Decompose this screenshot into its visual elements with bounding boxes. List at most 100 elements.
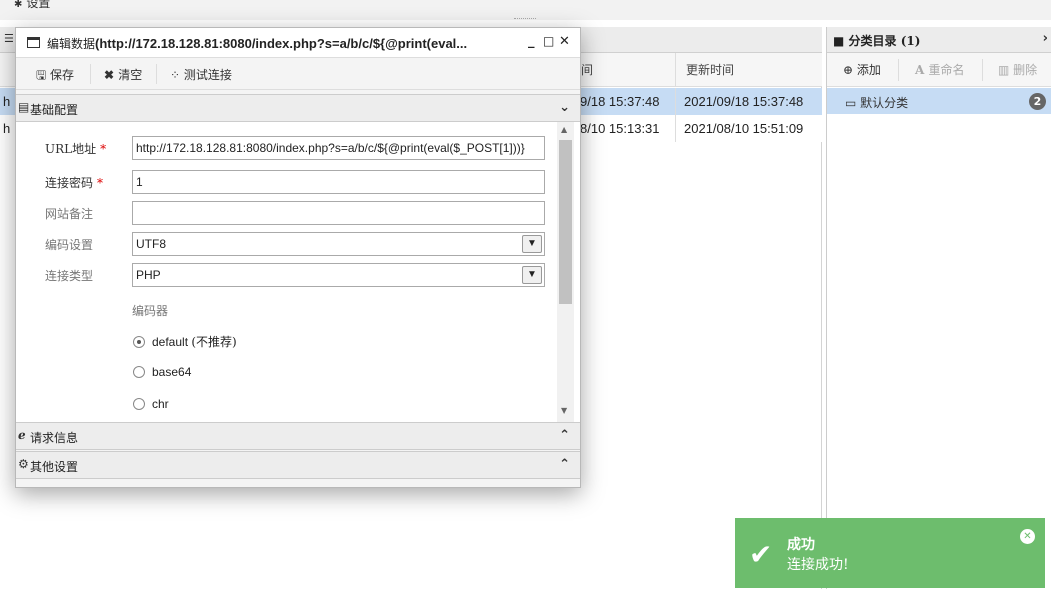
radio-icon[interactable] — [133, 366, 145, 378]
url-cell: h — [3, 121, 11, 136]
category-header: ■ 分类目录 (1) › — [827, 27, 1051, 53]
encoder-option-base64[interactable]: base64 — [133, 365, 191, 379]
list-icon: ☰ — [4, 32, 14, 45]
category-toolbar: ⊕ 添加 A 重命名 ▥ 删除 — [827, 53, 1051, 87]
chevron-up-icon: ⌃ — [559, 457, 570, 472]
check-icon: ✔ — [749, 538, 773, 571]
column-header-updated[interactable]: 更新时间 — [686, 61, 734, 79]
save-button[interactable]: 🖫 保存 — [36, 66, 74, 87]
minimize-button[interactable]: _ — [528, 34, 535, 49]
toolbar-divider — [982, 59, 983, 81]
encoder-default-hint: (不推荐) — [191, 335, 237, 349]
form-scrollbar[interactable]: ▲ ▼ — [557, 122, 574, 422]
spinner-icon: ⁘ — [170, 68, 184, 82]
delete-label: 删除 — [1013, 63, 1038, 77]
count-badge: 2 — [1029, 93, 1046, 110]
add-label: 添加 — [856, 63, 881, 77]
save-label: 保存 — [50, 68, 75, 82]
url-cell: h — [3, 94, 11, 109]
chevron-down-icon: ⌄ — [559, 100, 570, 115]
cell-divider — [675, 88, 676, 115]
category-title: 分类目录 (1) — [848, 34, 921, 48]
edit-data-dialog: 编辑数据(http://172.18.128.81:8080/index.php… — [15, 27, 581, 488]
save-icon: 🖫 — [36, 68, 51, 82]
basic-config-form: URL地址 * http://172.18.128.81:8080/index.p… — [16, 122, 580, 422]
close-button[interactable]: ✕ — [559, 34, 570, 49]
encoder-title: 编码器 — [132, 304, 169, 318]
section-other-title: 其他设置 — [30, 460, 79, 474]
splitter-handle[interactable] — [514, 18, 536, 19]
folder-icon: ■ — [833, 34, 849, 48]
url-label: URL地址 * — [45, 142, 107, 156]
chevron-right-icon[interactable]: › — [1043, 31, 1048, 46]
encoder-default-label: default — [152, 335, 189, 349]
rename-label: 重命名 — [928, 63, 965, 77]
settings-label: 设置 — [26, 0, 51, 10]
folder-outline-icon: ▭ — [845, 96, 861, 110]
encoder-option-chr[interactable]: chr — [133, 397, 169, 411]
type-select[interactable]: PHP ▼ — [132, 263, 545, 287]
encoder-option-default[interactable]: default (不推荐) — [133, 333, 237, 350]
password-input[interactable]: 1 — [132, 170, 545, 194]
created-cell: 8/10 15:13:31 — [580, 121, 660, 136]
column-divider[interactable] — [675, 53, 676, 87]
encoder-base64-label: base64 — [152, 365, 192, 379]
scroll-down-icon[interactable]: ▼ — [561, 406, 567, 415]
password-label: 连接密码 * — [45, 176, 104, 190]
rename-category-button[interactable]: A 重命名 — [915, 61, 965, 78]
cogs-icon: ⚙ — [18, 457, 29, 471]
type-label: 连接类型 — [45, 269, 94, 283]
section-request-title: 请求信息 — [30, 431, 79, 445]
encoder-chr-label: chr — [152, 397, 169, 411]
radio-icon[interactable] — [133, 398, 145, 410]
toolbar-divider — [90, 64, 91, 84]
scroll-up-icon[interactable]: ▲ — [561, 125, 567, 134]
plus-circle-icon: ⊕ — [843, 63, 857, 77]
ie-icon: ℯ — [18, 428, 26, 442]
font-icon: A — [915, 63, 929, 77]
toolbar-divider — [156, 64, 157, 84]
toast-message: 连接成功! — [787, 557, 849, 573]
dialog-title-url: (http://172.18.128.81:8080/index.php?s=a… — [95, 36, 468, 51]
window-icon — [27, 37, 40, 48]
settings-menu[interactable]: ✱ 设置 — [14, 0, 50, 11]
encoding-value: UTF8 — [136, 237, 166, 251]
toast-title: 成功 — [787, 537, 815, 553]
cell-divider — [675, 115, 676, 142]
updated-cell: 2021/09/18 15:37:48 — [684, 94, 804, 109]
category-panel: ■ 分类目录 (1) › ⊕ 添加 A 重命名 ▥ 删除 ▭ 默认分类 2 — [826, 27, 1051, 589]
success-toast: ✔ 成功 连接成功! ✕ — [735, 518, 1045, 588]
category-item-label: 默认分类 — [860, 96, 909, 110]
url-input[interactable]: http://172.18.128.81:8080/index.php?s=a/… — [132, 136, 545, 160]
category-item-default[interactable]: ▭ 默认分类 2 — [827, 88, 1051, 114]
top-bar: ✱ 设置 — [0, 0, 1051, 20]
chevron-up-icon: ⌃ — [559, 428, 570, 443]
section-other-header[interactable]: ⚙ 其他设置 ⌃ — [16, 451, 580, 479]
updated-cell: 2021/08/10 15:51:09 — [684, 121, 804, 136]
dialog-title: 编辑数据 — [47, 37, 96, 51]
chevron-down-icon: ▼ — [522, 266, 542, 284]
dialog-toolbar: 🖫 保存 ✖ 清空 ⁘ 测试连接 — [16, 58, 580, 90]
close-icon[interactable]: ✕ — [1020, 529, 1035, 544]
radio-checked-icon[interactable] — [133, 336, 145, 348]
section-request-header[interactable]: ℯ 请求信息 ⌃ — [16, 422, 580, 450]
test-connection-button[interactable]: ⁘ 测试连接 — [170, 66, 232, 83]
test-label: 测试连接 — [183, 68, 232, 82]
clear-label: 清空 — [118, 68, 143, 82]
trash-icon: ▥ — [998, 63, 1014, 77]
type-value: PHP — [136, 268, 161, 282]
add-category-button[interactable]: ⊕ 添加 — [843, 61, 881, 78]
encoding-select[interactable]: UTF8 ▼ — [132, 232, 545, 256]
scrollbar-thumb[interactable] — [559, 140, 572, 304]
file-icon: ▤ — [18, 100, 30, 114]
chevron-down-icon: ▼ — [522, 235, 542, 253]
note-input[interactable] — [132, 201, 545, 225]
delete-category-button[interactable]: ▥ 删除 — [998, 61, 1037, 78]
section-basic-header[interactable]: ▤ 基础配置 ⌄ — [16, 94, 580, 122]
x-icon: ✖ — [104, 68, 119, 82]
section-basic-title: 基础配置 — [30, 103, 79, 117]
column-header-created[interactable]: 间 — [581, 61, 593, 79]
clear-button[interactable]: ✖ 清空 — [104, 66, 142, 83]
maximize-button[interactable]: □ — [543, 34, 554, 48]
dialog-titlebar[interactable]: 编辑数据(http://172.18.128.81:8080/index.php… — [16, 28, 580, 58]
